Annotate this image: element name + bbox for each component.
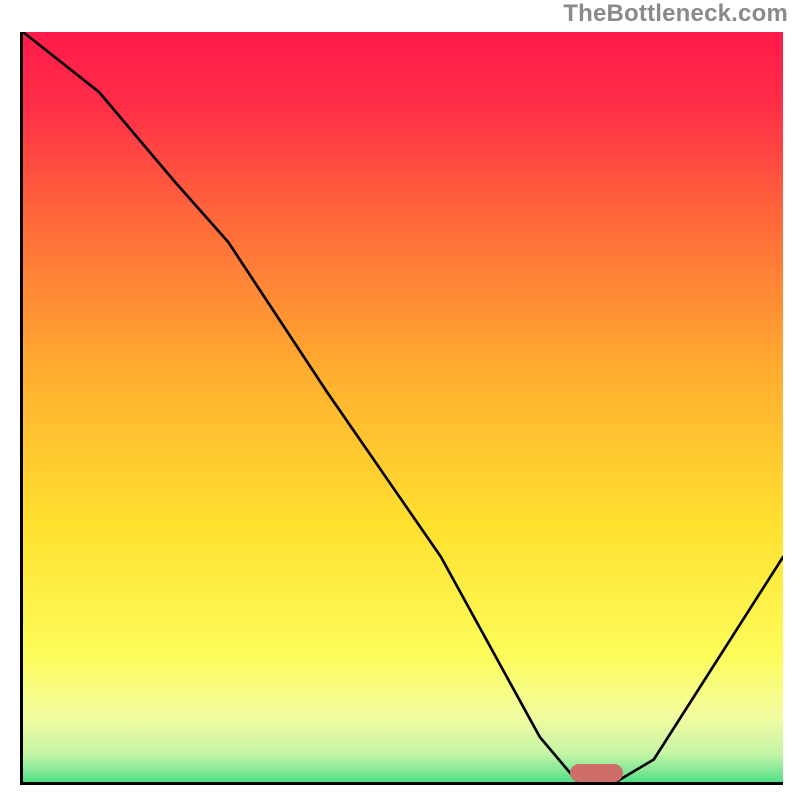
chart-container: TheBottleneck.com [0, 0, 800, 800]
plot-area [20, 32, 783, 785]
optimal-marker [570, 764, 623, 782]
bottleneck-curve [23, 32, 783, 782]
watermark-text: TheBottleneck.com [563, 0, 788, 28]
